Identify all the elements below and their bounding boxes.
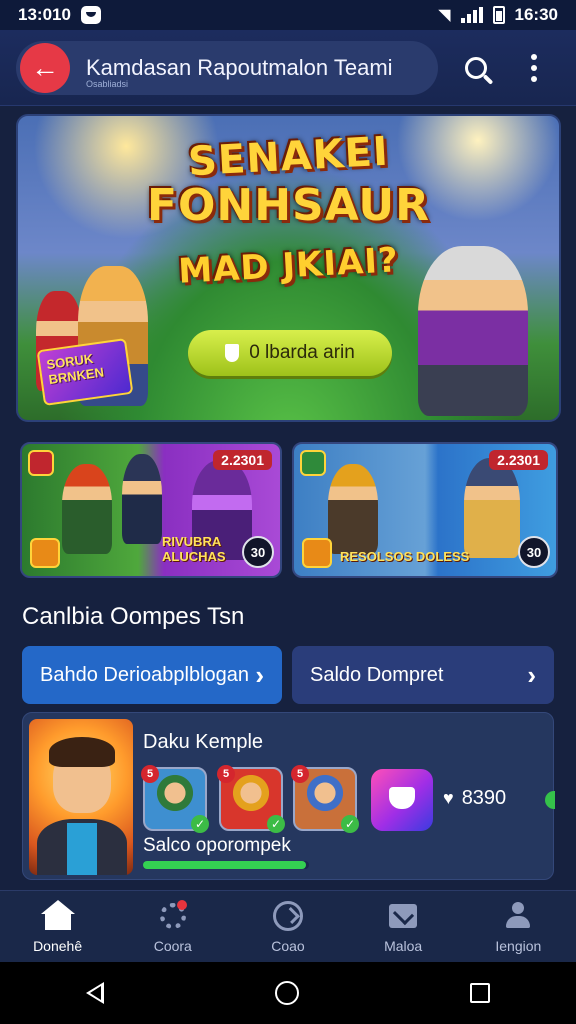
more-options-button[interactable] <box>514 48 554 88</box>
promo-card-2[interactable]: 2.2301 RESOLSOS DOLESS 30 <box>292 442 558 578</box>
system-back-icon[interactable] <box>85 982 104 1004</box>
online-status-indicator <box>545 791 555 809</box>
promo-tag-icon <box>300 450 326 476</box>
clock-icon <box>272 900 303 931</box>
friend-avatar[interactable]: 5 ✓ <box>141 765 209 833</box>
promo-character <box>122 454 162 544</box>
home-icon <box>40 899 75 930</box>
promo-character <box>464 458 520 558</box>
battery-icon <box>492 6 505 24</box>
check-icon: ✓ <box>341 815 359 833</box>
wifi-icon: ◥ <box>438 7 451 24</box>
wallet-secondary-label: Saldo Dompret <box>310 663 444 686</box>
nav-label: Coao <box>271 937 305 954</box>
status-time-left: 13:010 <box>18 5 71 24</box>
back-button[interactable]: ← <box>20 42 70 93</box>
wallet-primary-button[interactable]: Bahdo Derioabplblogan › <box>22 646 282 704</box>
nav-label: Donehê <box>33 937 83 954</box>
promo-chip-icon <box>30 538 60 568</box>
promo-tag-icon <box>28 450 54 476</box>
chevron-right-icon: › <box>255 659 264 690</box>
back-arrow-icon: ← <box>31 51 59 83</box>
system-recents-icon[interactable] <box>470 983 491 1003</box>
nav-label: Maloa <box>384 937 423 954</box>
promo-caption: RESOLSOS DOLESS <box>340 549 470 564</box>
profile-name: Daku Kemple <box>143 731 264 753</box>
bottom-nav: Donehê Coora Coao Maloa Iengion <box>0 890 576 962</box>
promo-price: 2.2301 <box>213 450 272 470</box>
section-title: Canlbia Oompes Tsn <box>22 603 245 630</box>
status-right: ◥ 16:30 <box>438 5 558 25</box>
shield-icon <box>225 344 240 362</box>
coin-value: 8390 <box>461 787 507 809</box>
title-pill: ← Kamdasan Rapoutmalon Teami Osabliadsi <box>16 40 438 95</box>
hero-cta-button[interactable]: 0 lbarda arin <box>188 330 392 376</box>
signal-icon <box>460 7 483 23</box>
hero-banner[interactable]: SENAKEI FONHSAUR MAD JKIAI? SORUK BRNKEN… <box>16 114 561 422</box>
search-icon <box>465 56 487 79</box>
user-icon <box>504 901 532 930</box>
promo-chip-icon <box>302 538 332 568</box>
status-left: 13:010 <box>18 5 101 25</box>
status-bar: 13:010 ◥ 16:30 <box>0 0 576 30</box>
notification-dot <box>176 899 187 910</box>
hero-title-line2: FONHSAUR <box>146 180 431 231</box>
more-vertical-icon <box>531 53 537 82</box>
nav-item-home[interactable]: Donehê <box>3 899 113 954</box>
page-title: Kamdasan Rapoutmalon Teami <box>86 54 393 80</box>
nav-item-mail[interactable]: Maloa <box>348 900 458 954</box>
wallet-secondary-button[interactable]: Saldo Dompret › <box>292 646 554 704</box>
profile-card[interactable]: Daku Kemple 5 ✓ 5 ✓ 5 ✓ ♥ 8390 Salco opo… <box>22 712 555 880</box>
progress-bar <box>143 861 309 869</box>
search-button[interactable] <box>456 48 496 88</box>
nav-item-settings[interactable]: Coora <box>118 899 228 954</box>
wallet-primary-label: Bahdo Derioabplblogan <box>40 663 250 686</box>
app-bar: ← Kamdasan Rapoutmalon Teami Osabliadsi <box>0 30 576 106</box>
promo-price: 2.2301 <box>489 450 548 470</box>
check-icon: ✓ <box>191 815 209 833</box>
system-home-icon[interactable] <box>274 981 299 1005</box>
mail-icon <box>389 903 418 928</box>
hero-cta-label: 0 lbarda arin <box>249 342 355 363</box>
promo-count-badge: 30 <box>242 536 274 568</box>
avatar[interactable] <box>29 719 133 875</box>
app-tile-icon[interactable] <box>371 769 433 831</box>
avatar-shirt <box>67 823 97 875</box>
nav-item-history[interactable]: Coao <box>233 900 343 954</box>
promo-caption: RIVUBRA ALUCHAS <box>162 534 226 564</box>
progress-label: Salco oporompek <box>143 835 291 856</box>
status-time-right: 16:30 <box>514 5 558 24</box>
check-icon: ✓ <box>267 815 285 833</box>
progress-fill <box>143 861 306 869</box>
coin-balance: ♥ 8390 <box>443 787 506 810</box>
friend-level-badge: 5 <box>291 765 309 783</box>
avatar-hair <box>49 737 115 767</box>
nav-label: Coora <box>153 937 192 954</box>
promo-character <box>62 464 112 554</box>
friend-avatar[interactable]: 5 ✓ <box>217 765 285 833</box>
nav-item-profile[interactable]: Iengion <box>463 900 573 954</box>
promo-count-badge: 30 <box>518 536 550 568</box>
friend-level-badge: 5 <box>217 765 235 783</box>
system-nav-bar <box>0 962 576 1024</box>
page-subtitle: Osabliadsi <box>86 78 129 89</box>
friend-avatar[interactable]: 5 ✓ <box>291 765 359 833</box>
friend-level-badge: 5 <box>141 765 159 783</box>
chevron-right-icon: › <box>527 659 536 690</box>
notification-app-icon <box>80 6 101 24</box>
nav-label: Iengion <box>495 937 542 954</box>
promo-character <box>328 464 378 554</box>
heart-icon: ♥ <box>443 788 454 808</box>
promo-card-1[interactable]: 2.2301 RIVUBRA ALUCHAS 30 <box>20 442 282 578</box>
